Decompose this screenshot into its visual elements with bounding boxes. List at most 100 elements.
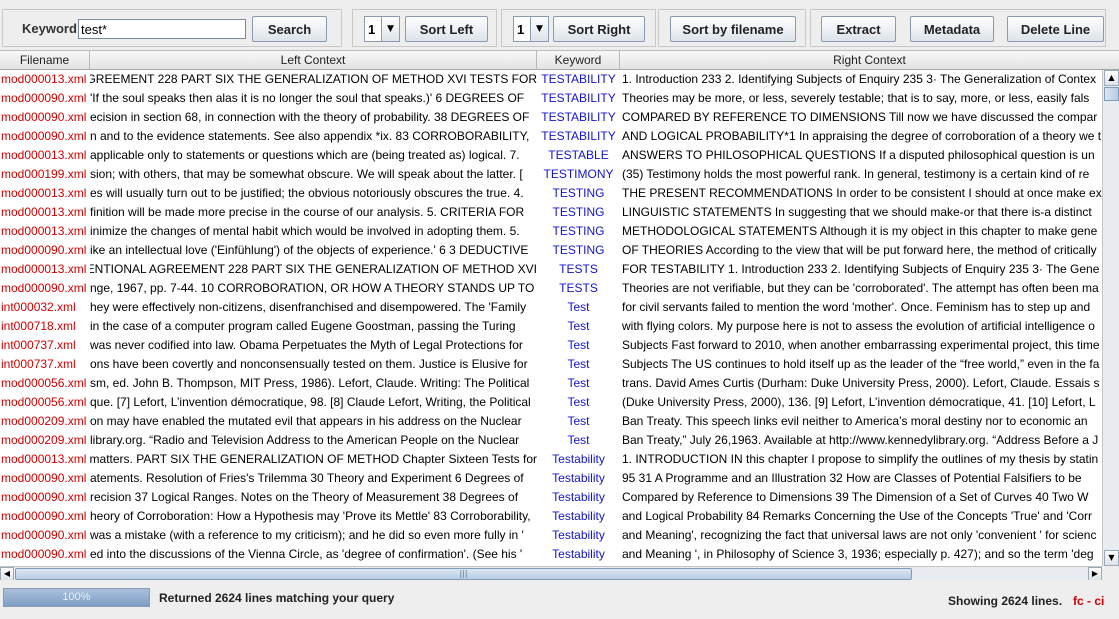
right-context-cell: METHODOLOGICAL STATEMENTS Although it is… [622,224,1098,238]
horizontal-scrollbar[interactable]: ◀ ||| ▶ [0,566,1102,581]
table-row[interactable]: mod000199.xml sion; with others, that may… [0,165,1102,184]
sort-right-button[interactable]: Sort Right [553,16,645,42]
left-context-text: was a mistake (with a reference to my cr… [90,528,524,542]
left-context-cell: sm, ed. John B. Thompson, MIT Press, 198… [90,374,537,393]
keyword-cell: Test [567,300,590,314]
vertical-scroll-thumb[interactable] [1104,87,1119,101]
filename-cell: mod000056.xml [1,395,87,409]
right-context-cell: (Duke University Press, 2000), 136. [9] … [622,395,1096,409]
filename-cell: mod000090.xml [1,528,87,542]
table-row[interactable]: mod000090.xml atements. Resolution of Fri… [0,469,1102,488]
scroll-up-icon[interactable]: ▲ [1104,70,1119,86]
left-context-cell: es will usually turn out to be justified… [90,184,537,203]
left-context-cell: ons have been covertly and nonconsensual… [90,355,537,374]
keyword-cell: TESTABILITY [541,110,616,124]
table-header: Filename Left Context Keyword Right Cont… [0,51,1119,70]
sort-by-filename-button[interactable]: Sort by filename [670,16,796,42]
column-header-left-context[interactable]: Left Context [90,51,537,70]
table-row[interactable]: mod000090.xml ecision in section 68, in c… [0,108,1102,127]
scroll-left-icon[interactable]: ◀ [0,567,14,581]
filename-cell: mod000090.xml [1,471,87,485]
scroll-right-icon[interactable]: ▶ [1088,567,1102,581]
fc-ci-indicator: fc - ci [1073,594,1105,608]
left-context-cell: inimize the changes of mental habit whic… [90,222,537,241]
table-row[interactable]: mod000209.xml library.org. “Radio and Tel… [0,431,1102,450]
right-context-cell: COMPARED BY REFERENCE TO DIMENSIONS Till… [622,110,1098,124]
table-row[interactable]: mod000090.xml 'If the soul speaks then al… [0,89,1102,108]
table-row[interactable]: mod000013.xml matters. PART SIX THE GENER… [0,450,1102,469]
table-row[interactable]: mod000090.xml was a mistake (with a refer… [0,526,1102,545]
left-context-text: applicable only to statements or questio… [90,148,520,162]
table-row[interactable]: mod000013.xml/ENTIONAL AGREEMENT 228 PAR… [0,260,1102,279]
delete-line-button[interactable]: Delete Line [1007,16,1104,42]
keyword-cell: TESTING [552,224,605,238]
table-row[interactable]: mod000090.xml heory of Corroboration: How… [0,507,1102,526]
sort-left-spinner[interactable]: 1 ▼ [364,16,400,42]
keyword-cell: TESTABILITY [541,72,616,86]
table-row[interactable]: mod000090.xml recision 37 Logical Ranges.… [0,488,1102,507]
table-row[interactable]: int000737.xml ons have been covertly and … [0,355,1102,374]
keyword-cell: Testability [552,490,605,504]
keyword-cell: Test [567,319,590,333]
left-context-text: sm, ed. John B. Thompson, MIT Press, 198… [90,376,530,390]
scroll-down-icon[interactable]: ▼ [1104,550,1119,566]
metadata-button[interactable]: Metadata [910,16,994,42]
chevron-down-icon[interactable]: ▼ [381,17,399,41]
table-row[interactable]: mod000013.xml applicable only to statemen… [0,146,1102,165]
sort-right-spinner[interactable]: 1 ▼ [513,16,549,42]
table-row[interactable]: mod000056.xml sm, ed. John B. Thompson, M… [0,374,1102,393]
keyword-cell: Testability [552,547,605,561]
filename-cell: mod000013.xml [1,452,87,466]
left-context-text: recision 37 Logical Ranges. Notes on the… [90,490,519,504]
keyword-input[interactable] [78,19,246,39]
extract-button[interactable]: Extract [821,16,896,42]
table-row[interactable]: int000032.xml hey were effectively non-ci… [0,298,1102,317]
horizontal-scroll-thumb[interactable]: ||| [15,568,912,580]
sort-left-button[interactable]: Sort Left [405,16,488,42]
keyword-cell: Testability [552,471,605,485]
table-row[interactable]: mod000056.xml que. [7] Lefort, L’inventio… [0,393,1102,412]
right-context-cell: Ban Treaty,” July 26,1963. Available at … [622,433,1099,447]
filename-cell: mod000013.xml [1,148,87,162]
right-context-cell: OF THEORIES According to the view that w… [622,243,1097,257]
table-row[interactable]: int000718.xml in the case of a computer p… [0,317,1102,336]
column-header-right-context[interactable]: Right Context [620,51,1119,70]
table-row[interactable]: mod000090.xml ike an intellectual love ('… [0,241,1102,260]
table-row[interactable]: mod000013.xml GREEMENT 228 PART SIX THE G… [0,70,1102,89]
table-row[interactable]: mod000013.xml inimize the changes of ment… [0,222,1102,241]
status-bar: 100% Returned 2624 lines matching your q… [0,580,1119,619]
left-context-cell: ed into the discussions of the Vienna Ci… [90,545,537,564]
table-row[interactable]: mod000090.xml n and to the evidence state… [0,127,1102,146]
table-row[interactable]: mod000013.xml finition will be made more … [0,203,1102,222]
table-row[interactable]: mod000013.xml es will usually turn out to… [0,184,1102,203]
keyword-cell: Test [567,357,590,371]
filename-cell: mod000090.xml [1,129,87,143]
right-context-cell: FOR TESTABILITY 1. Introduction 233 2. I… [622,262,1100,276]
search-button[interactable]: Search [252,16,327,42]
showing-count: Showing 2624 lines. [948,594,1063,608]
keyword-cell: TESTING [552,205,605,219]
keyword-cell: Test [567,376,590,390]
chevron-down-icon[interactable]: ▼ [530,17,548,41]
left-context-text: ons have been covertly and nonconsensual… [90,357,528,371]
table-row[interactable]: int000737.xml was never codified into law… [0,336,1102,355]
column-header-filename[interactable]: Filename [0,51,90,70]
keyword-cell: TESTABILITY [541,91,616,105]
table-row[interactable]: mod000090.xml ed into the discussions of … [0,545,1102,564]
right-context-cell: and Logical Probability 84 Remarks Conce… [622,509,1093,523]
keyword-cell: Testability [552,452,605,466]
table-row[interactable]: mod000090.xml nge, 1967, pp. 7-44. 10 COR… [0,279,1102,298]
left-context-text: 'If the soul speaks then alas it is no l… [90,91,525,105]
filename-cell: mod000056.xml [1,376,87,390]
keyword-cell: Testability [552,528,605,542]
vertical-scrollbar[interactable]: ▲ ▼ [1102,70,1119,566]
right-context-cell: LINGUISTIC STATEMENTS In suggesting that… [622,205,1092,219]
table-row[interactable]: mod000209.xml on may have enabled the mut… [0,412,1102,431]
left-context-cell: was never codified into law. Obama Perpe… [90,336,537,355]
concordance-table[interactable]: Filename Left Context Keyword Right Cont… [0,50,1119,581]
keyword-cell: TESTABILITY [541,129,616,143]
column-header-keyword[interactable]: Keyword [537,51,620,70]
left-context-cell: n and to the evidence statements. See al… [90,127,537,146]
left-context-text: hey were effectively non-citizens, disen… [90,300,527,314]
filename-cell: mod000090.xml [1,281,87,295]
